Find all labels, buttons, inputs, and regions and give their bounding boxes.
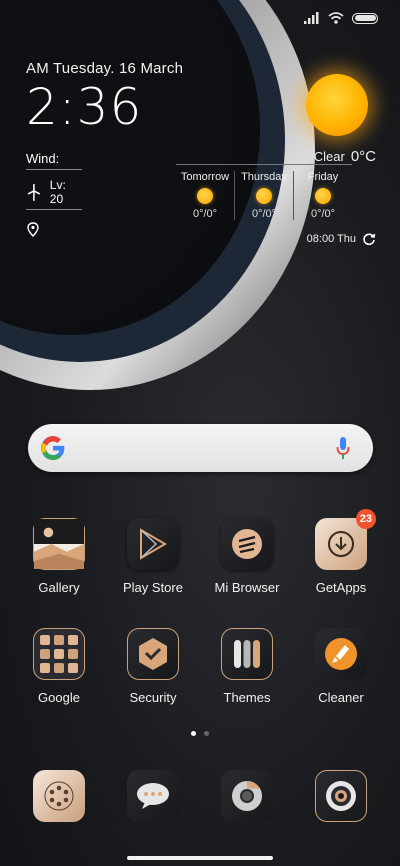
app-label: Themes: [223, 690, 271, 705]
app-play-store[interactable]: Play Store: [106, 518, 200, 595]
chrome-icon: [221, 770, 273, 822]
app-cleaner[interactable]: Cleaner: [294, 628, 388, 705]
forecast-temp-range: 0°/0°: [192, 208, 218, 220]
forecast-temp-range: 0°/0°: [310, 208, 336, 220]
forecast-day-name: Friday: [307, 171, 339, 183]
app-label: Google: [38, 690, 80, 705]
weather-updated-time: 08:00 Thu: [306, 233, 356, 245]
google-folder-icon: [33, 628, 85, 680]
current-temperature: 0°C: [350, 148, 376, 165]
status-bar: [304, 8, 378, 28]
dock-chrome[interactable]: [200, 770, 294, 822]
page-dot-active: [191, 731, 196, 736]
themes-icon: [221, 628, 273, 680]
app-mi-browser[interactable]: Mi Browser: [200, 518, 294, 595]
sun-icon: [306, 74, 368, 136]
clock-widget[interactable]: AM Tuesday. 16 March 2:36 Wind: Lv: 20: [26, 60, 183, 243]
forecast-day: Thursday 0°/0°: [234, 171, 293, 220]
location-pin-icon: [27, 222, 39, 237]
sun-icon: [315, 188, 331, 204]
app-label: Mi Browser: [214, 580, 280, 595]
gallery-icon: [33, 518, 85, 570]
sun-icon: [197, 188, 213, 204]
signal-icon: [304, 12, 319, 24]
notification-badge: 23: [355, 509, 376, 529]
refresh-icon[interactable]: [362, 232, 376, 246]
getapps-icon: 23: [315, 509, 376, 570]
page-indicator: [0, 731, 400, 736]
app-label: GetApps: [315, 580, 367, 595]
wind-turbine-icon: [27, 184, 41, 201]
dock: [0, 770, 400, 822]
wifi-icon: [328, 12, 344, 24]
microphone-icon[interactable]: [335, 436, 351, 460]
home-indicator[interactable]: [127, 856, 273, 860]
forecast-list: Tomorrow 0°/0° Thursday 0°/0° Friday 0°/…: [176, 164, 352, 220]
current-weather: Clear 0°C: [314, 148, 376, 165]
app-label: Gallery: [38, 580, 80, 595]
weather-updated: 08:00 Thu: [307, 232, 376, 246]
dock-messages[interactable]: [106, 770, 200, 822]
app-themes[interactable]: Themes: [200, 628, 294, 705]
date-text: AM Tuesday. 16 March: [26, 60, 184, 77]
cleaner-icon: [315, 628, 367, 680]
forecast-day: Tomorrow 0°/0°: [176, 171, 234, 220]
mi-browser-icon: [221, 518, 273, 570]
page-dot: [204, 731, 209, 736]
app-label: Cleaner: [318, 690, 364, 705]
battery-icon: [352, 12, 378, 24]
forecast-day: Friday 0°/0°: [293, 171, 352, 220]
forecast-day-name: Thursday: [241, 171, 287, 183]
app-gallery[interactable]: Gallery: [12, 518, 106, 595]
app-security[interactable]: Security: [106, 628, 200, 705]
security-icon: [127, 628, 179, 680]
google-search-bar[interactable]: [28, 424, 373, 472]
app-label: Security: [129, 690, 177, 705]
app-grid-row: Gallery Play Store Mi Browser 23 GetApps: [0, 509, 400, 595]
app-label: Play Store: [123, 580, 183, 595]
wind-label: Wind:: [26, 151, 82, 170]
app-google-folder[interactable]: Google: [12, 628, 106, 705]
app-getapps[interactable]: 23 GetApps: [294, 509, 388, 595]
play-store-icon: [127, 518, 179, 570]
weather-condition: Clear: [313, 149, 345, 164]
google-g-icon: [41, 436, 65, 460]
dock-phone[interactable]: [12, 770, 106, 822]
forecast-day-name: Tomorrow: [180, 171, 230, 183]
time-text: 2:36: [26, 78, 143, 136]
dock-camera[interactable]: [294, 770, 388, 822]
forecast-temp-range: 0°/0°: [251, 208, 277, 220]
sun-icon: [256, 188, 272, 204]
app-grid-row: Google Security Themes Cleaner: [0, 628, 400, 705]
messages-icon: [127, 770, 179, 822]
camera-icon: [315, 770, 367, 822]
phone-dialer-icon: [33, 770, 85, 822]
wind-level-text: Lv: 20: [49, 178, 66, 206]
wind-level-row: Lv: 20: [26, 178, 82, 210]
